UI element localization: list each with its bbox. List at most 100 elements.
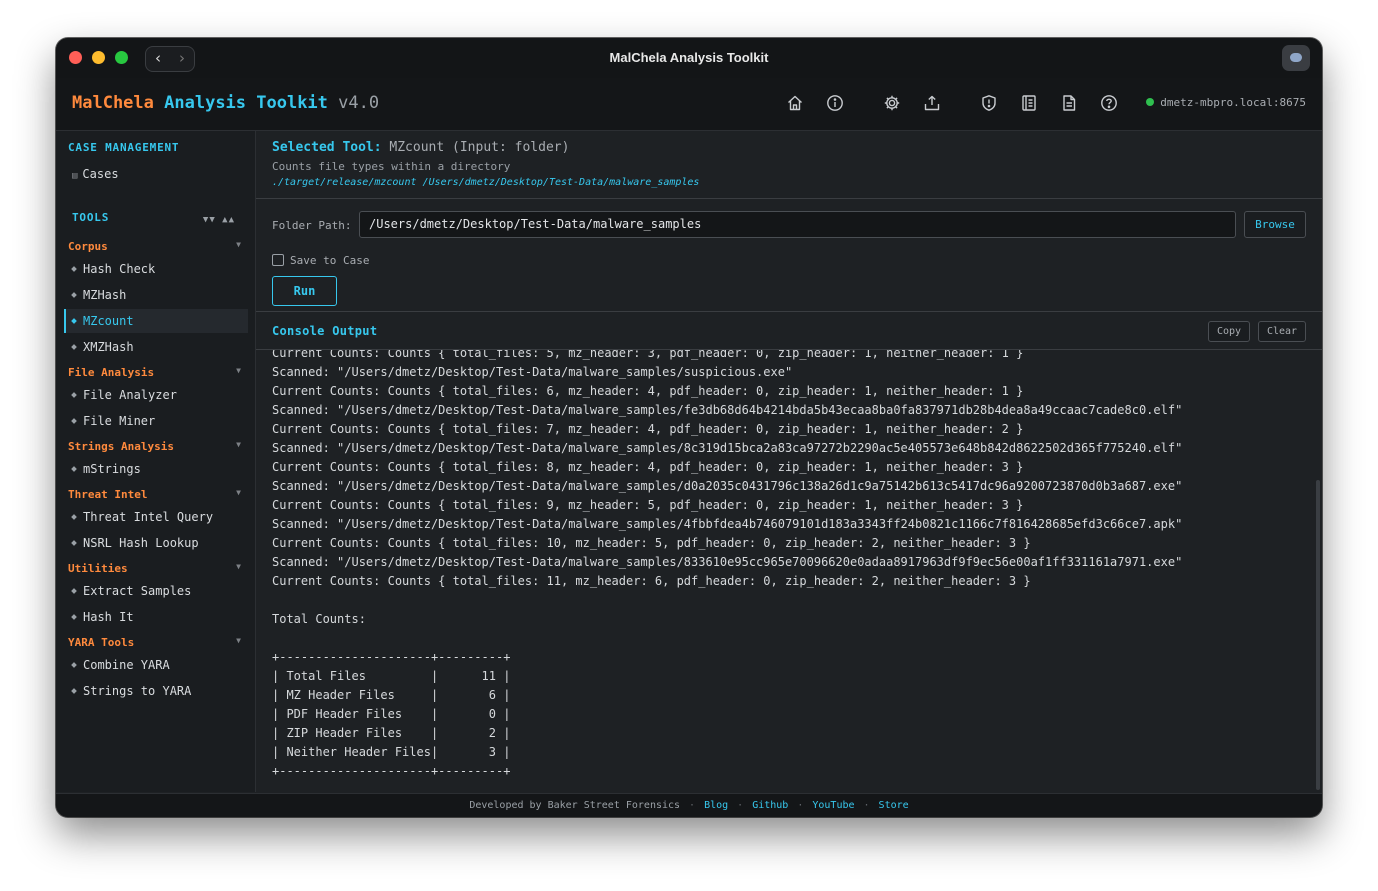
diamond-icon [71,465,77,472]
category-corpus[interactable]: Corpus ▼ [68,240,243,253]
checkbox-icon [272,254,284,266]
console-line: Scanned: "/Users/dmetz/Desktop/Test-Data… [272,403,1183,417]
browse-button[interactable]: Browse [1244,211,1306,238]
folder-path-label: Folder Path: [272,219,352,232]
sidebar: CASE MANAGEMENT ▤ Cases TOOLS ▼▼ ▲▲ Corpu… [56,131,256,792]
console-output[interactable]: Current Counts: Counts { total_files: 5,… [256,350,1322,792]
sidebar-item-hash-check[interactable]: Hash Check [64,257,248,281]
help-icon[interactable] [1100,94,1118,112]
diamond-icon [71,661,77,668]
sidebar-item-label: mStrings [83,462,141,476]
upload-icon[interactable] [923,94,941,112]
console-line: Scanned: "/Users/dmetz/Desktop/Test-Data… [272,555,1183,569]
chevron-down-icon: ▼ [236,636,241,645]
tool-input-form: Folder Path: /Users/dmetz/Desktop/Test-D… [256,199,1322,312]
sidebar-item-label: Extract Samples [83,584,192,598]
sidebar-item-mzcount[interactable]: MZcount [64,309,248,333]
settings-icon[interactable] [883,94,901,112]
brand-subtitle: Analysis Toolkit [164,93,328,113]
footer-separator: · [797,800,804,811]
server-status: dmetz-mbpro.local:8675 [1146,96,1306,109]
table-row: | PDF Header Files | 0 | [272,707,511,721]
folder-path-input[interactable]: /Users/dmetz/Desktop/Test-Data/malware_s… [359,211,1236,238]
category-utilities[interactable]: Utilities ▼ [68,562,243,575]
copy-button[interactable]: Copy [1208,321,1250,342]
sidebar-item-label: MZHash [83,288,127,302]
sidebar-item-extract-samples[interactable]: Extract Samples [64,579,248,603]
category-label: Utilities [68,562,128,575]
sidebar-item-strings-to-yara[interactable]: Strings to YARA [64,679,248,703]
diamond-icon [71,417,77,424]
console-header: Console Output Copy Clear [256,312,1322,350]
sidebar-item-nsrl-hash-lookup[interactable]: NSRL Hash Lookup [64,531,248,555]
title-bar: ‹ › MalChela Analysis Toolkit [56,38,1322,78]
table-row: +---------------------+---------+ [272,650,511,664]
sidebar-item-file-analyzer[interactable]: File Analyzer [64,383,248,407]
chevron-down-icon: ▼ [236,562,241,571]
avatar[interactable] [1282,45,1310,71]
collapse-expand-controls[interactable]: ▼▼ ▲▲ [203,215,235,225]
sidebar-item-mzhash[interactable]: MZHash [64,283,248,307]
sidebar-item-combine-yara[interactable]: Combine YARA [64,653,248,677]
save-to-case-label: Save to Case [290,254,370,267]
sidebar-item-label: XMZHash [83,340,134,354]
sidebar-item-mstrings[interactable]: mStrings [64,457,248,481]
totals-table: +---------------------+---------+ | Total… [272,648,510,781]
shield-icon[interactable] [980,94,998,112]
main-panel: Selected Tool: MZcount (Input: folder) C… [256,131,1322,792]
document-icon[interactable] [1060,94,1078,112]
footer-link-youtube[interactable]: YouTube [812,800,854,811]
sidebar-item-xmzhash[interactable]: XMZHash [64,335,248,359]
sidebar-item-label: Combine YARA [83,658,170,672]
console-line: Current Counts: Counts { total_files: 5,… [272,350,1024,360]
table-row: | ZIP Header Files | 2 | [272,726,511,740]
sidebar-item-cases[interactable]: ▤ Cases [72,167,119,181]
diamond-icon [71,587,77,594]
console-scrollbar[interactable] [1316,480,1320,790]
category-label: Corpus [68,240,108,253]
sidebar-item-threat-intel-query[interactable]: Threat Intel Query [64,505,248,529]
table-row: | MZ Header Files | 6 | [272,688,511,702]
chevron-down-icon: ▼ [236,240,241,249]
clear-button[interactable]: Clear [1258,321,1306,342]
selected-tool-value: MZcount (Input: folder) [389,140,570,155]
diamond-icon [71,265,77,272]
console-line: Current Counts: Counts { total_files: 10… [272,536,1031,550]
footer-separator: · [689,800,696,811]
console-line: Scanned: "/Users/dmetz/Desktop/Test-Data… [272,441,1183,455]
app-window: ‹ › MalChela Analysis Toolkit MalChela A… [56,38,1322,817]
console-line: Scanned: "/Users/dmetz/Desktop/Test-Data… [272,517,1183,531]
category-threat-intel[interactable]: Threat Intel ▼ [68,488,243,501]
run-button[interactable]: Run [272,276,337,306]
footer-link-github[interactable]: Github [752,800,788,811]
brand-name: MalChela [72,93,154,113]
app-version: v4.0 [338,93,380,113]
footer-link-store[interactable]: Store [879,800,909,811]
case-management-heading: CASE MANAGEMENT [68,141,180,154]
sidebar-item-file-miner[interactable]: File Miner [64,409,248,433]
sidebar-item-label: Strings to YARA [83,684,192,698]
window-title: MalChela Analysis Toolkit [609,50,769,65]
tool-description: Counts file types within a directory [272,160,511,173]
selected-tool-panel: Selected Tool: MZcount (Input: folder) C… [256,131,1322,199]
footer-separator: · [863,800,870,811]
sidebar-item-label: Cases [82,167,119,181]
home-icon[interactable] [786,94,804,112]
table-row: +---------------------+---------+ [272,764,511,778]
tools-heading: TOOLS [72,211,110,224]
category-yara-tools[interactable]: YARA Tools ▼ [68,636,243,649]
console-log: Current Counts: Counts { total_files: 5,… [272,350,1182,629]
category-file-analysis[interactable]: File Analysis ▼ [68,366,243,379]
sidebar-item-hash-it[interactable]: Hash It [64,605,248,629]
notebook-icon[interactable] [1020,94,1038,112]
chevron-down-icon: ▼ [236,440,241,449]
save-to-case-checkbox[interactable]: Save to Case [272,254,369,267]
footer-link-blog[interactable]: Blog [704,800,728,811]
table-row: | Total Files | 11 | [272,669,511,683]
category-strings-analysis[interactable]: Strings Analysis ▼ [68,440,243,453]
sidebar-item-label: File Miner [83,414,156,428]
app-brand: MalChela Analysis Toolkit v4.0 [72,93,379,113]
info-icon[interactable] [826,94,844,112]
console-line: Current Counts: Counts { total_files: 8,… [272,460,1024,474]
status-online-icon [1146,98,1155,106]
